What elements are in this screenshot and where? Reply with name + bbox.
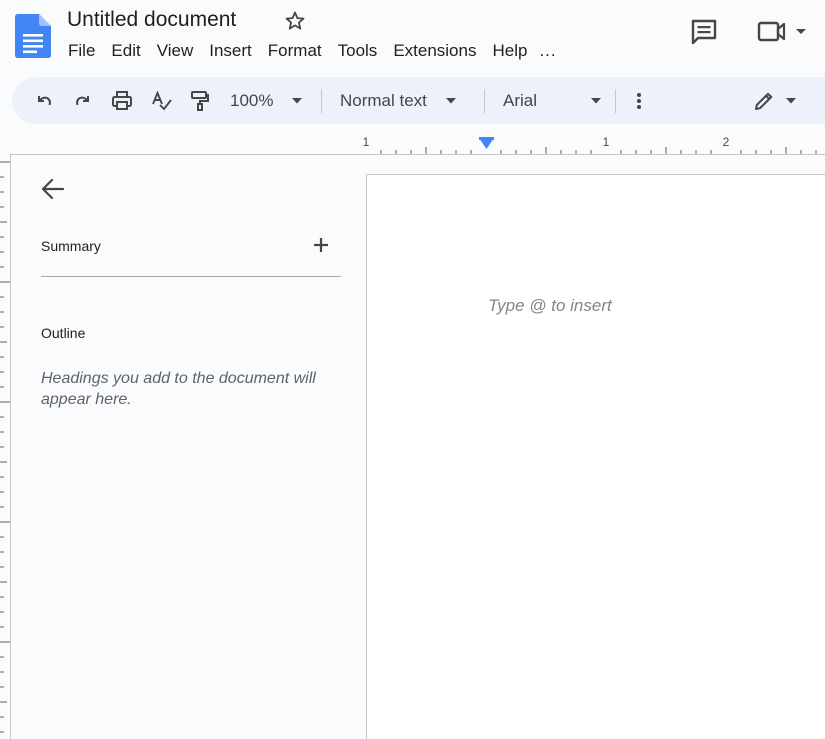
more-vert-icon	[637, 92, 641, 109]
paragraph-style-value: Normal text	[340, 90, 427, 110]
summary-heading: Summary	[41, 238, 101, 254]
paint-format-icon	[191, 90, 209, 111]
font-value: Arial	[503, 90, 538, 110]
summary-divider	[41, 276, 341, 277]
toolbar-divider	[615, 89, 616, 113]
print-icon	[112, 90, 132, 110]
menu-insert[interactable]: Insert	[201, 40, 260, 62]
menu-file[interactable]: File	[60, 40, 103, 62]
document-page[interactable]: Type @ to insert	[366, 174, 825, 739]
ruler-label: 1	[603, 135, 610, 149]
insert-placeholder: Type @ to insert	[488, 296, 612, 315]
formatting-toolbar: 100% Normal text Arial	[12, 77, 825, 124]
chevron-down-icon	[591, 97, 602, 103]
menu-format[interactable]: Format	[260, 40, 330, 62]
redo-icon	[76, 95, 89, 105]
menu-bar: File Edit View Insert Format Tools Exten…	[60, 40, 565, 62]
spellcheck-button[interactable]	[151, 77, 173, 124]
video-call-icon[interactable]	[757, 19, 809, 45]
horizontal-ruler[interactable]: 1 1 2	[0, 130, 825, 156]
toolbar-divider	[484, 89, 485, 113]
outline-heading: Outline	[41, 325, 86, 341]
menu-extensions[interactable]: Extensions	[385, 40, 484, 62]
undo-button[interactable]	[34, 77, 54, 124]
zoom-select[interactable]: 100%	[230, 77, 303, 124]
menu-edit[interactable]: Edit	[103, 40, 148, 62]
font-select[interactable]: Arial	[503, 77, 602, 124]
menu-tools[interactable]: Tools	[330, 40, 386, 62]
print-button[interactable]	[111, 77, 133, 124]
docs-header: Untitled document File Edit View Insert …	[0, 0, 825, 76]
plus-icon[interactable]	[310, 234, 332, 256]
paragraph-style-select[interactable]: Normal text	[340, 77, 457, 124]
back-arrow-icon[interactable]	[39, 175, 67, 203]
document-title[interactable]: Untitled document	[67, 8, 236, 32]
ruler-label: 1	[363, 135, 370, 149]
comment-icon[interactable]	[689, 17, 719, 47]
outline-empty-hint: Headings you add to the document will ap…	[41, 370, 316, 408]
menu-help[interactable]: Help	[484, 40, 535, 62]
star-icon[interactable]	[283, 9, 307, 33]
first-line-indent-marker	[479, 137, 494, 140]
chevron-down-icon	[786, 97, 796, 103]
redo-button[interactable]	[73, 77, 93, 124]
toolbar-divider	[321, 89, 322, 113]
menu-more[interactable]: ...	[535, 40, 564, 62]
edit-pencil-icon	[755, 92, 773, 110]
paint-format-button[interactable]	[189, 77, 211, 124]
spellcheck-icon	[152, 89, 172, 110]
menu-view[interactable]: View	[149, 40, 202, 62]
ruler-ticks	[380, 147, 817, 154]
chevron-down-icon	[445, 97, 456, 103]
ruler-label: 2	[723, 135, 730, 149]
editing-mode-button[interactable]	[753, 77, 797, 124]
more-options-button[interactable]	[631, 77, 647, 124]
chevron-down-icon	[292, 97, 303, 103]
document-outline-panel: Summary Outline Headings you add to the …	[11, 155, 366, 739]
zoom-value: 100%	[230, 90, 274, 110]
docs-logo-icon[interactable]	[15, 14, 51, 58]
undo-icon	[38, 95, 51, 105]
